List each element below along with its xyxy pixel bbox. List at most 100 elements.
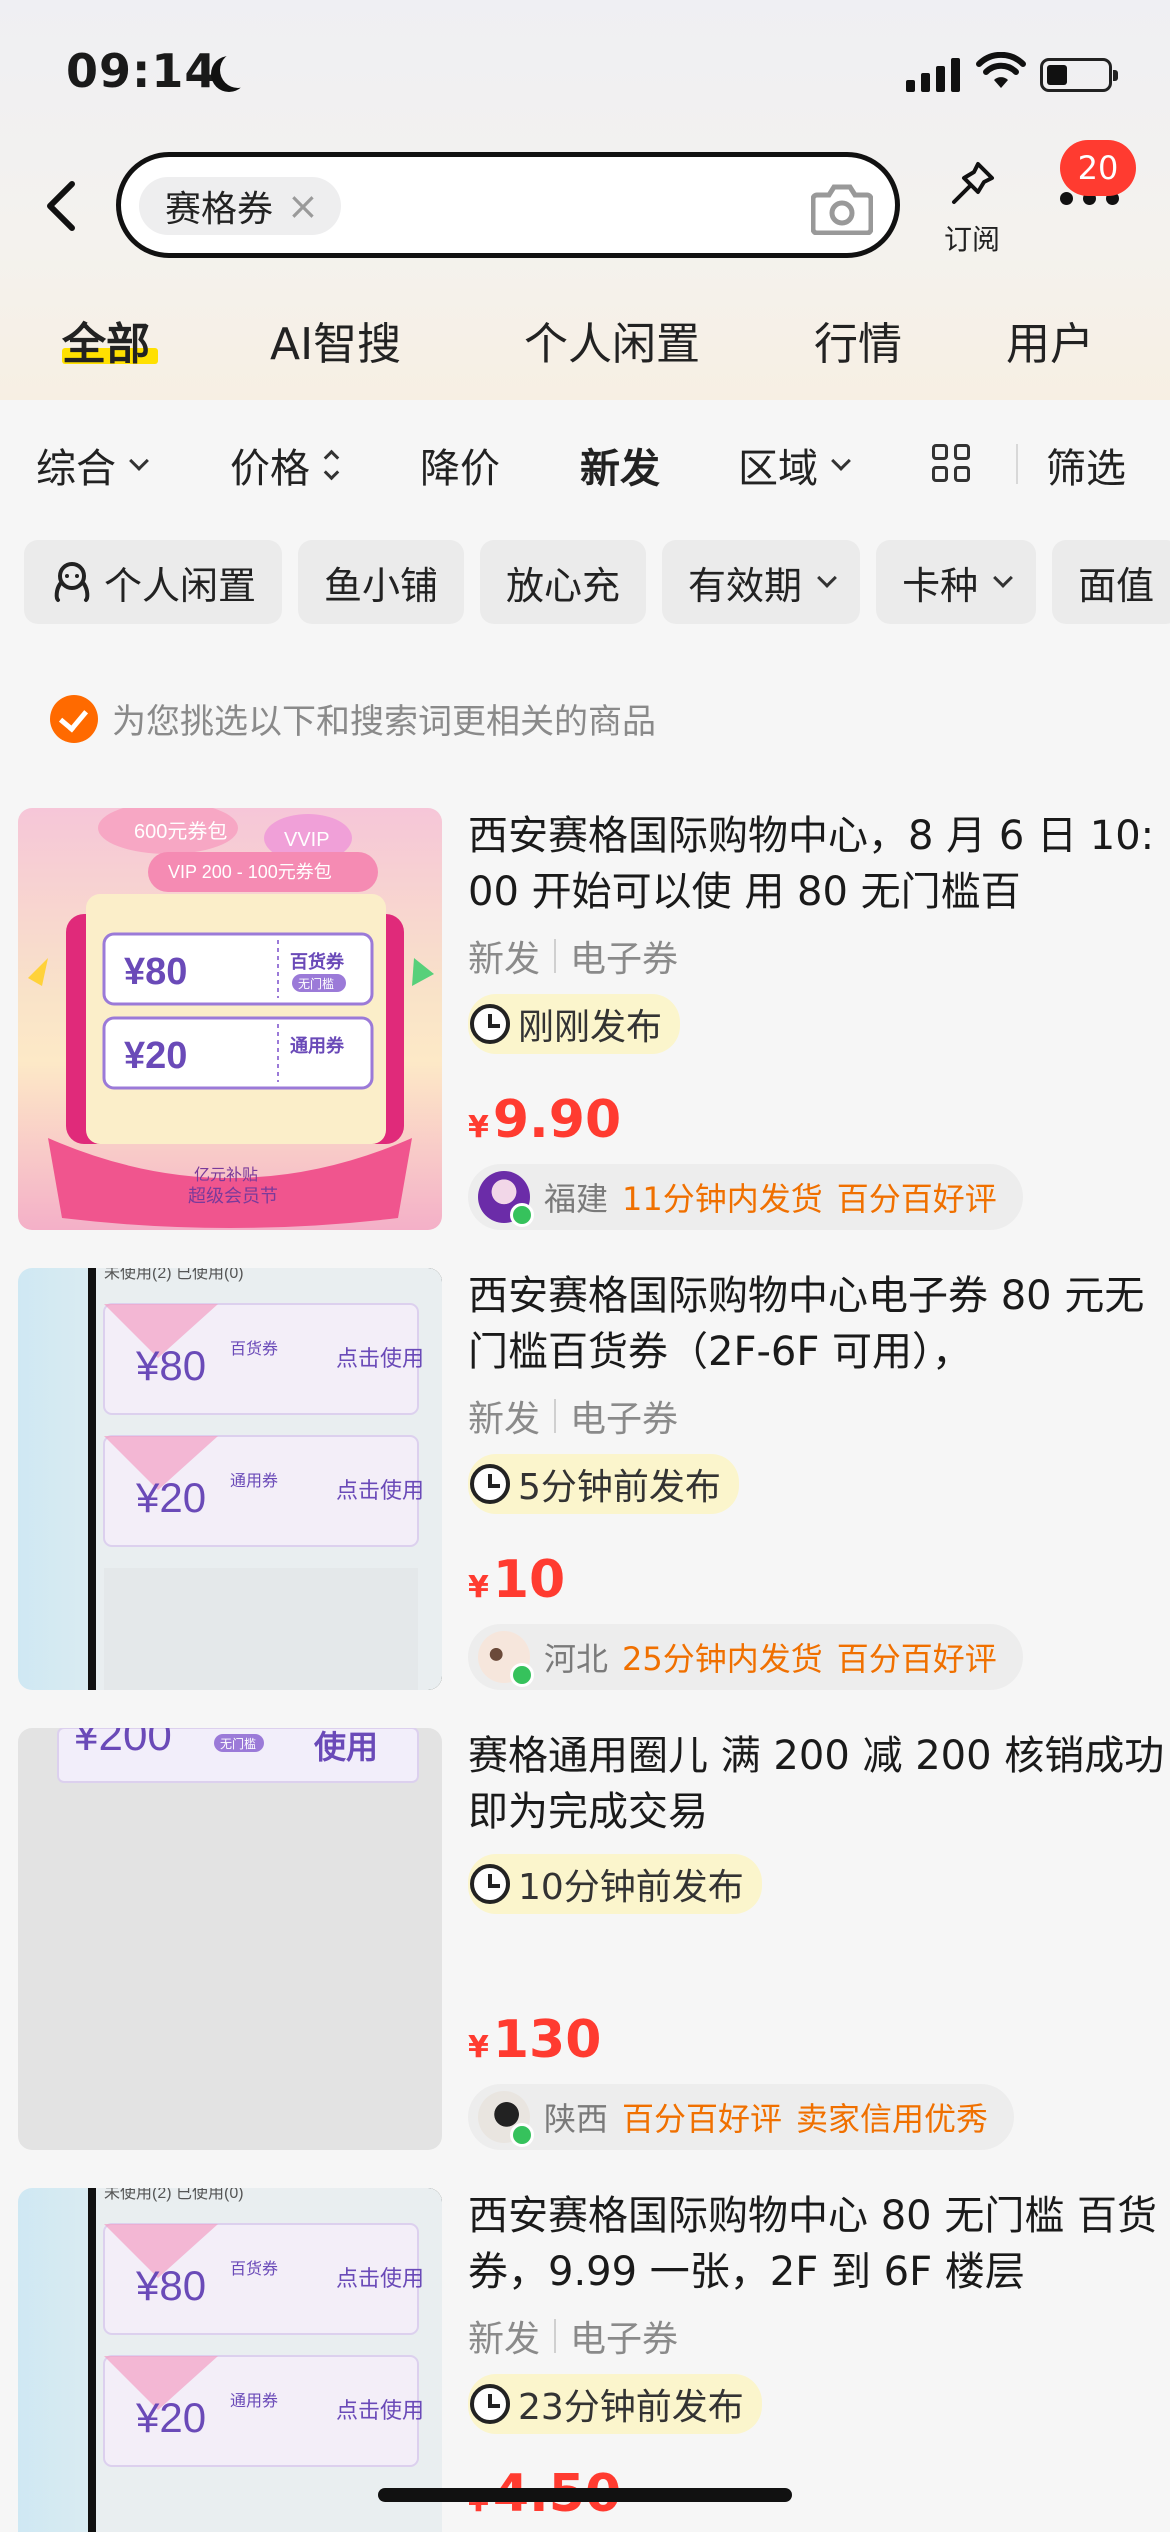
thumb-text: 通用券 <box>290 1035 345 1056</box>
filter-screen[interactable]: 筛选 <box>1046 436 1126 494</box>
price-value: 130 <box>492 2010 602 2070</box>
thumb-text: ¥200 <box>73 1728 172 1760</box>
currency-symbol: ¥ <box>468 2030 489 2065</box>
chip-personal-idle-label: 个人闲置 <box>104 563 257 608</box>
battery-icon <box>1040 58 1118 92</box>
cellular-signal-icon <box>906 58 960 92</box>
chip-face-value[interactable]: 面值 <box>1052 540 1170 624</box>
tab-personal-idle[interactable]: 个人闲置 <box>524 308 700 372</box>
camera-icon[interactable] <box>811 179 873 235</box>
avatar[interactable] <box>478 2091 534 2147</box>
thumb-text: ¥20 <box>124 1035 187 1077</box>
filter-new[interactable]: 新发 <box>580 436 660 494</box>
tab-all[interactable]: 全部 <box>62 308 150 372</box>
thumb-text: VIP 200 - 100元券包 <box>168 862 332 882</box>
currency-symbol: ¥ <box>468 1570 489 1605</box>
coupon-image: 未使用(2) 已使用(0) ¥80 百货券 点击使用 ¥20 通用券 点击使用 <box>88 2188 442 2532</box>
filter-divider <box>1016 444 1018 484</box>
chevron-down-icon <box>817 568 837 588</box>
tag-category: 电子券 <box>570 1399 679 1440</box>
filter-region[interactable]: 区域 <box>738 436 851 494</box>
seller-region: 河北 <box>544 1640 609 1678</box>
product-title[interactable]: 西安赛格国际购物中心 80 无门槛 百货券，9.99 一张，2F 到 6F 楼层 <box>468 2188 1168 2300</box>
seller-info[interactable]: 河北 25分钟内发货 百分百好评 <box>468 1624 1023 1690</box>
tab-ai-search[interactable]: AI智搜 <box>270 308 401 372</box>
avatar[interactable] <box>478 1631 534 1687</box>
product-thumbnail[interactable]: ¥200 无门槛 使用 <box>18 1728 442 2150</box>
filter-price[interactable]: 价格 <box>230 436 340 494</box>
check-icon <box>50 694 98 743</box>
category-tabs: 全部 AI智搜 个人闲置 行情 用户 <box>0 308 1170 378</box>
notification-badge: 20 <box>1060 140 1136 196</box>
filter-screen-label: 筛选 <box>1046 446 1126 492</box>
seller-badge: 25分钟内发货 <box>622 1640 823 1678</box>
tab-users[interactable]: 用户 <box>1006 308 1094 372</box>
product-title[interactable]: 西安赛格国际购物中心，8 月 6 日 10:00 开始可以使 用 80 无门槛百 <box>468 808 1168 920</box>
chip-safe-recharge[interactable]: 放心充 <box>480 540 647 624</box>
back-arrow-icon[interactable] <box>42 178 82 234</box>
search-query-chip[interactable]: 赛格券 × <box>139 177 341 235</box>
seller-info[interactable]: 福建 11分钟内发货 百分百好评 <box>468 1164 1023 1230</box>
tag-new: 新发 <box>468 2319 541 2360</box>
seller-region: 陕西 <box>544 2100 609 2138</box>
avatar[interactable] <box>478 1171 534 1227</box>
search-input[interactable]: 赛格券 × <box>116 152 900 258</box>
chip-personal-idle[interactable]: 个人闲置 <box>24 540 283 624</box>
filter-sort-label: 综合 <box>36 446 116 492</box>
chip-card-type[interactable]: 卡种 <box>876 540 1037 624</box>
product-card[interactable]: 600元券包 VVIP VIP 200 - 100元券包 ¥80 百货券 无门槛… <box>18 808 1170 1230</box>
product-price: ¥10 <box>468 1550 565 1610</box>
publish-time-text: 23分钟前发布 <box>518 2387 744 2428</box>
tag-new: 新发 <box>468 939 541 980</box>
seller-badge: 11分钟内发货 <box>622 1180 823 1218</box>
thumb-text: 通用券 <box>230 2392 278 2410</box>
publish-time: 5分钟前发布 <box>468 1454 739 1514</box>
coupon-image: 未使用(2) 已使用(0) ¥80 百货券 点击使用 ¥20 通用券 点击使用 <box>88 1268 442 1690</box>
chevron-down-icon <box>129 451 149 471</box>
chip-fish-shop[interactable]: 鱼小铺 <box>298 540 465 624</box>
person-icon <box>54 562 90 602</box>
thumb-text: 未使用(2) 已使用(0) <box>104 2188 244 2202</box>
product-card[interactable]: ¥200 无门槛 使用 赛格通用圈儿 满 200 减 200 核销成功即为完成交… <box>18 1728 1170 2150</box>
subscribe-label: 订阅 <box>943 223 1000 256</box>
thumb-text: 600元券包 <box>134 820 227 843</box>
tag-category: 电子券 <box>570 939 679 980</box>
product-title[interactable]: 西安赛格国际购物中心电子券 80 元无门槛百货券（2F-6F 可用）， <box>468 1268 1168 1380</box>
grid-view-icon[interactable] <box>932 444 970 482</box>
subscribe-button[interactable]: 订阅 <box>930 160 1014 258</box>
clear-query-icon[interactable]: × <box>287 187 319 225</box>
product-title[interactable]: 赛格通用圈儿 满 200 减 200 核销成功即为完成交易 <box>468 1728 1168 1840</box>
chip-fish-shop-label: 鱼小铺 <box>324 563 439 608</box>
thumb-text: 点击使用 <box>336 2266 424 2291</box>
publish-time: 23分钟前发布 <box>468 2374 762 2434</box>
seller-info[interactable]: 陕西 百分百好评 卖家信用优秀 <box>468 2084 1015 2150</box>
chip-face-value-label: 面值 <box>1078 563 1155 608</box>
tag-category: 电子券 <box>570 2319 679 2360</box>
product-price: ¥9.90 <box>468 1090 621 1150</box>
clock-icon <box>470 1864 510 1904</box>
price-value: 9.90 <box>492 1090 622 1150</box>
quick-filter-chips: 个人闲置 鱼小铺 放心充 有效期 卡种 面值 <box>24 540 1170 624</box>
tab-market[interactable]: 行情 <box>814 308 902 372</box>
filter-price-drop-label: 降价 <box>420 446 500 492</box>
thumb-text: 点击使用 <box>336 2398 424 2423</box>
product-card[interactable]: 未使用(2) 已使用(0) ¥80 百货券 点击使用 ¥20 通用券 点击使用 … <box>18 1268 1170 1690</box>
thumb-text: 超级会员节 <box>188 1186 278 1206</box>
thumb-text: ¥80 <box>124 951 187 993</box>
coupon-image: 600元券包 VVIP VIP 200 - 100元券包 ¥80 百货券 无门槛… <box>28 808 434 1228</box>
seller-badge: 百分百好评 <box>836 1640 997 1678</box>
product-card[interactable]: 未使用(2) 已使用(0) ¥80 百货券 点击使用 ¥20 通用券 点击使用 … <box>18 2188 1170 2532</box>
product-thumbnail[interactable]: 未使用(2) 已使用(0) ¥80 百货券 点击使用 ¥20 通用券 点击使用 <box>18 1268 442 1690</box>
clock-icon <box>470 1004 510 1044</box>
product-thumbnail[interactable]: 600元券包 VVIP VIP 200 - 100元券包 ¥80 百货券 无门槛… <box>18 808 442 1230</box>
home-indicator[interactable] <box>378 2488 792 2502</box>
chip-validity[interactable]: 有效期 <box>662 540 861 624</box>
chevron-down-icon <box>993 568 1013 588</box>
filter-price-drop[interactable]: 降价 <box>420 436 500 494</box>
publish-time: 10分钟前发布 <box>468 1854 762 1914</box>
product-tags: 新发 电子券 <box>468 930 1168 982</box>
relevance-notice-text: 为您挑选以下和搜索词更相关的商品 <box>112 702 656 742</box>
product-thumbnail[interactable]: 未使用(2) 已使用(0) ¥80 百货券 点击使用 ¥20 通用券 点击使用 <box>18 2188 442 2532</box>
clock-icon <box>470 2384 510 2424</box>
filter-sort[interactable]: 综合 <box>36 436 149 494</box>
